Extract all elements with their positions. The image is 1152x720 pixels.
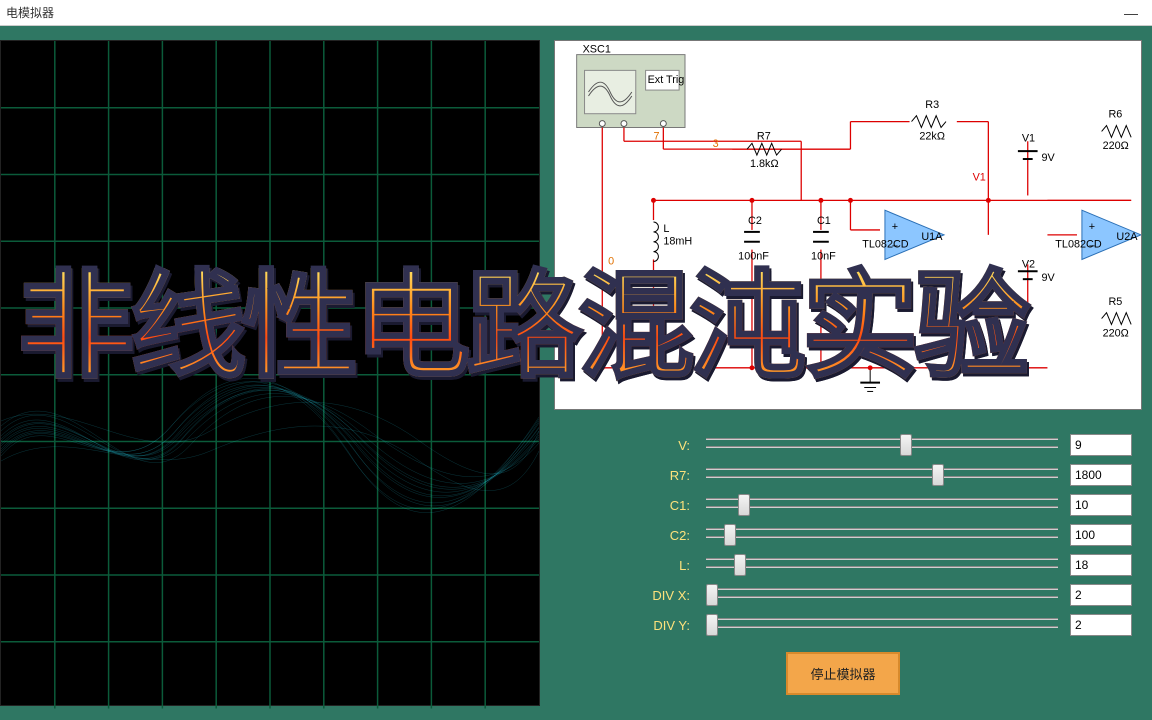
u1a-refdes: U1A [921, 231, 943, 243]
control-value-input[interactable]: 100 [1070, 524, 1132, 546]
control-label: DIV X: [554, 588, 694, 603]
control-value-input[interactable]: 10 [1070, 494, 1132, 516]
right-column: Ext Trig XSC1 [554, 40, 1142, 706]
circuit-schematic: Ext Trig XSC1 [554, 40, 1142, 410]
v1-refdes: V1 [1022, 132, 1035, 144]
r7-value: 1.8kΩ [750, 158, 779, 170]
control-slider[interactable] [702, 433, 1062, 457]
control-slider[interactable] [702, 493, 1062, 517]
controls-panel: V:9R7:1800C1:10C2:100L:18DIV X:2DIV Y:2 … [554, 424, 1142, 706]
u1a-part: TL082CD [862, 239, 909, 251]
control-value-input[interactable]: 18 [1070, 554, 1132, 576]
control-row-2: C1: 10 [554, 490, 1132, 520]
net-label-v1: V1 [973, 172, 986, 184]
svg-text:+: + [892, 221, 898, 233]
control-slider[interactable] [702, 613, 1062, 637]
control-slider[interactable] [702, 583, 1062, 607]
control-value-input[interactable]: 9 [1070, 434, 1132, 456]
control-label: DIV Y: [554, 618, 694, 633]
oscilloscope-display [0, 40, 540, 706]
control-row-3: C2: 100 [554, 520, 1132, 550]
control-value-input[interactable]: 2 [1070, 614, 1132, 636]
schematic-scope-refdes: XSC1 [583, 44, 611, 56]
control-row-4: L: 18 [554, 550, 1132, 580]
control-value-input[interactable]: 1800 [1070, 464, 1132, 486]
l-value: 18mH [663, 236, 692, 248]
v2-value: 9V [1042, 272, 1056, 284]
net-label-0: 0 [608, 255, 614, 267]
r5-value: 220Ω [1103, 327, 1129, 339]
window-minimize-icon[interactable]: — [1116, 5, 1146, 21]
scope-grid [1, 41, 539, 709]
control-row-6: DIV Y: 2 [554, 610, 1132, 640]
r6-refdes: R6 [1108, 109, 1122, 121]
control-label: C1: [554, 498, 694, 513]
control-row-5: DIV X: 2 [554, 580, 1132, 610]
net-label-3: 3 [713, 138, 719, 150]
c1-refdes: C1 [817, 215, 831, 227]
control-label: L: [554, 558, 694, 573]
schematic-scope-ext-trig: Ext Trig [648, 74, 685, 86]
c2-value: 100nF [738, 250, 769, 262]
control-slider[interactable] [702, 523, 1062, 547]
svg-text:+: + [1089, 221, 1095, 233]
net-label-7: 7 [653, 130, 659, 142]
v1-value: 9V [1042, 152, 1056, 164]
control-row-1: R7: 1800 [554, 460, 1132, 490]
r5-refdes: R5 [1108, 296, 1122, 308]
control-slider[interactable] [702, 463, 1062, 487]
c1-value: 10nF [811, 250, 836, 262]
stop-simulator-button[interactable]: 停止模拟器 [786, 652, 899, 695]
window-titlebar: 电模拟器 — [0, 0, 1152, 26]
r6-value: 220Ω [1103, 140, 1129, 152]
u2a-refdes: U2A [1116, 231, 1138, 243]
v2-refdes: V2 [1022, 258, 1035, 270]
control-label: R7: [554, 468, 694, 483]
r7-refdes: R7 [757, 130, 771, 142]
control-label: C2: [554, 528, 694, 543]
window-title: 电模拟器 [6, 4, 54, 21]
control-row-0: V: 9 [554, 430, 1132, 460]
r3-value: 22kΩ [919, 130, 945, 142]
control-value-input[interactable]: 2 [1070, 584, 1132, 606]
control-slider[interactable] [702, 553, 1062, 577]
r3-refdes: R3 [925, 99, 939, 111]
control-label: V: [554, 438, 694, 453]
u2a-part: TL082CD [1055, 239, 1102, 251]
l-refdes: L [663, 223, 669, 235]
c2-refdes: C2 [748, 215, 762, 227]
workspace: Ext Trig XSC1 [0, 26, 1152, 720]
